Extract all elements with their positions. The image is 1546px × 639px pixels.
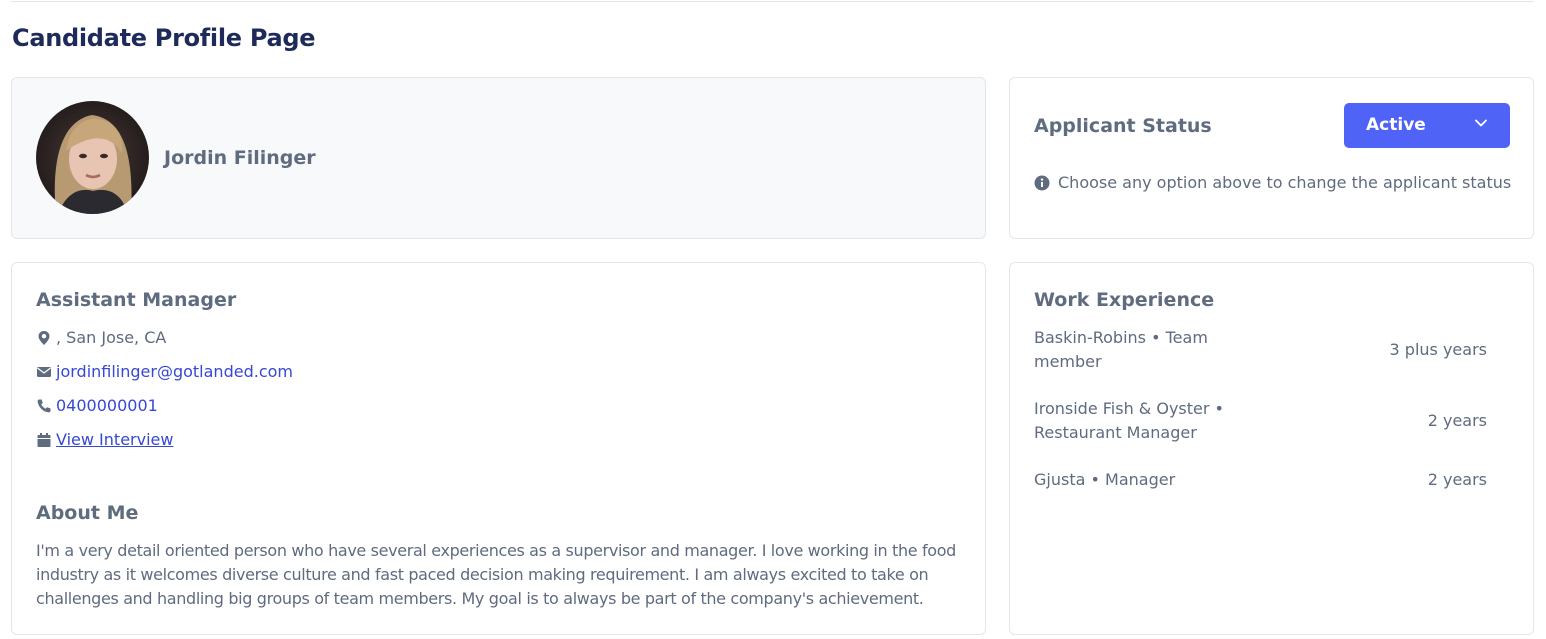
work-duration: 2 years [1427,411,1487,430]
applicant-status-dropdown[interactable]: Active [1344,103,1510,148]
about-me-title: About Me [36,502,139,524]
work-company: Ironside Fish & Oyster • Restaurant Mana… [1034,399,1224,442]
top-divider [11,1,1534,2]
phone-row: 0400000001 [36,396,158,415]
work-company: Gjusta • Manager [1034,470,1176,489]
applicant-status-value: Active [1366,115,1426,135]
location-text: , San Jose, CA [56,328,167,347]
map-marker-icon [38,330,50,345]
about-me-text: I'm a very detail oriented person who ha… [36,541,956,608]
work-item: Baskin-Robins • Team member 3 plus years [1034,326,1487,374]
email-row: jordinfilinger@gotlanded.com [36,362,293,381]
calendar-icon [37,432,51,447]
page-title: Candidate Profile Page [12,24,316,52]
email-link[interactable]: jordinfilinger@gotlanded.com [56,362,293,381]
location-row: , San Jose, CA [36,328,166,347]
work-item: Gjusta • Manager 2 years [1034,468,1487,492]
candidate-name: Jordin Filinger [164,147,316,169]
view-interview-link[interactable]: View Interview [56,430,173,449]
phone-link[interactable]: 0400000001 [56,396,158,415]
candidate-details-card: Assistant Manager , San Jose, CA jordinf… [11,262,986,635]
work-item: Ironside Fish & Oyster • Restaurant Mana… [1034,397,1487,445]
job-title: Assistant Manager [36,289,237,311]
profile-card: Jordin Filinger [11,77,986,239]
status-hint: Choose any option above to change the ap… [1034,173,1511,192]
applicant-status-title: Applicant Status [1034,115,1212,137]
status-hint-text: Choose any option above to change the ap… [1058,173,1512,192]
work-duration: 3 plus years [1389,340,1487,359]
phone-icon [37,399,51,412]
envelope-icon [37,366,51,377]
applicant-status-card: Applicant Status Active Choose any optio… [1009,77,1534,239]
work-company: Baskin-Robins • Team member [1034,328,1208,371]
info-circle-icon [1034,175,1050,190]
interview-row: View Interview [36,430,173,449]
chevron-down-icon [1475,119,1487,127]
work-experience-card: Work Experience Baskin-Robins • Team mem… [1009,262,1534,635]
work-duration: 2 years [1427,470,1487,489]
avatar [36,101,149,214]
work-experience-title: Work Experience [1034,289,1215,311]
